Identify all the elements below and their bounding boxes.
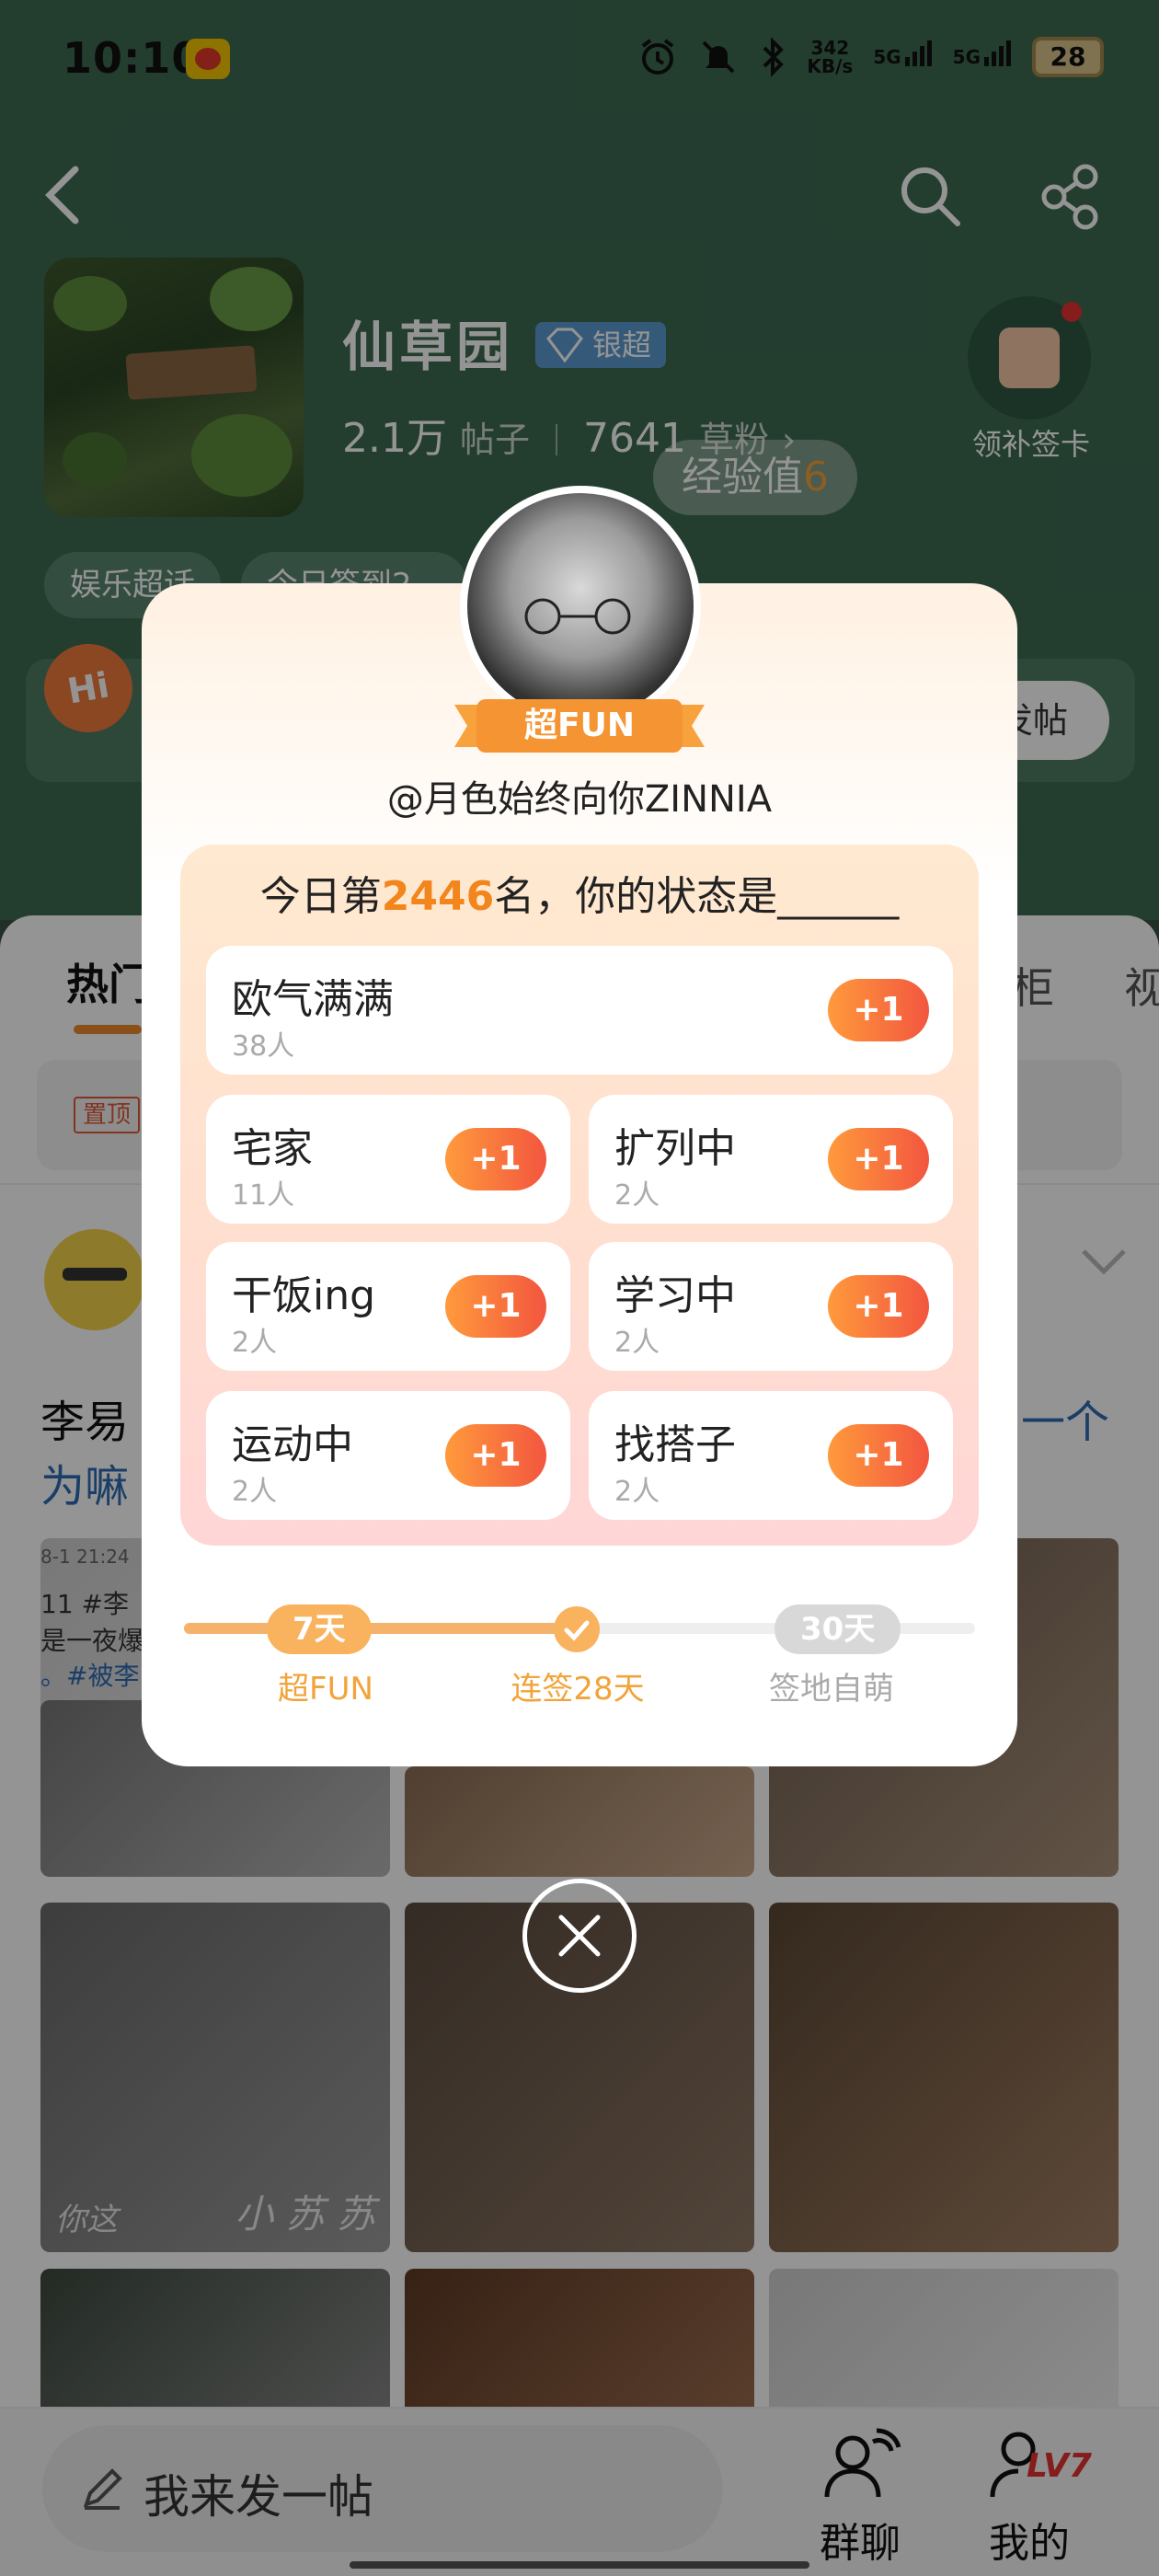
silver-rank-badge[interactable]: 银超 [535, 322, 667, 368]
status-option[interactable]: 宅家 11人 +1 [206, 1095, 570, 1224]
posts-label: 帖子 [459, 420, 530, 460]
photo-2[interactable] [405, 1766, 754, 1877]
bluetooth-icon [763, 37, 785, 77]
close-icon [558, 1915, 601, 1957]
repost-text-1: 11 #李 [40, 1589, 129, 1619]
status-option[interactable]: 扩列中 2人 +1 [589, 1095, 953, 1224]
checkmark-icon [554, 1606, 600, 1652]
status-icons: 342 KB/s 5G 5G 28 [637, 37, 1104, 77]
plus-one-button[interactable]: +1 [445, 1275, 546, 1338]
signal-bars-icon [904, 40, 932, 66]
status-bar: 10:10 342 KB/s 5G 5G 28 [0, 0, 1159, 120]
signal-bars-icon [984, 40, 1011, 66]
tab-video[interactable]: 视 [1124, 955, 1159, 1016]
group-chat-icon [824, 2428, 901, 2498]
streak-progress-fill [184, 1623, 564, 1634]
photo-4[interactable]: 小 苏 苏 你这 [40, 1903, 390, 2252]
search-icon[interactable] [896, 162, 964, 230]
checkin-card-button[interactable] [968, 296, 1091, 420]
calendar-icon [999, 328, 1060, 388]
chevron-down-icon[interactable] [1078, 1242, 1130, 1279]
milestone-label-30: 签地自萌 [769, 1671, 894, 1708]
repost-text-3: 。#被李 [40, 1661, 140, 1691]
compose-input[interactable]: 我来发一帖 [42, 2425, 723, 2552]
photo-6[interactable] [769, 1903, 1119, 2252]
watermark-text: 小 苏 苏 [235, 2191, 375, 2237]
notification-dot [1061, 302, 1082, 322]
tab-me[interactable]: LV7 我的 [979, 2423, 1092, 2569]
alarm-icon [642, 39, 674, 75]
repost-text-2: 是一夜爆 [40, 1626, 144, 1656]
rank-number: 2446 [381, 873, 495, 920]
active-tab-underline [74, 1025, 142, 1034]
mute-icon [702, 40, 735, 74]
status-question: 今日第2446名，你的状态是______ [259, 873, 900, 920]
battery-indicator: 28 [1032, 37, 1104, 77]
status-option[interactable]: 欧气满满 38人 +1 [206, 946, 953, 1075]
status-option[interactable]: 学习中 2人 +1 [589, 1242, 953, 1371]
user-avatar [460, 486, 701, 727]
signal-indicator-2: 5G [953, 40, 1012, 68]
watermark-text-2: 你这 [55, 2202, 118, 2238]
streak-days-label: 连签28天 [511, 1671, 645, 1708]
post-text-line1: 李易 [40, 1397, 130, 1448]
community-title: 仙草园 [342, 316, 514, 378]
level-badge: LV7 [1027, 2447, 1092, 2485]
checkin-card-label: 领补签卡 [971, 427, 1090, 462]
tab-cabinet[interactable]: 柜 [1012, 955, 1054, 1016]
post-text-right: 一个 [1021, 1397, 1110, 1448]
share-icon[interactable] [1038, 162, 1106, 230]
pencil-icon [83, 2468, 122, 2510]
tab-hot[interactable]: 热门 [66, 951, 151, 1012]
username: @月色始终向你ZINNIA [386, 778, 773, 821]
plus-one-button[interactable]: +1 [445, 1128, 546, 1190]
clock: 10:10 [63, 33, 202, 83]
fun-ribbon: 超FUN [454, 696, 705, 756]
status-option[interactable]: 找搭子 2人 +1 [589, 1391, 953, 1520]
avatar[interactable] [44, 1229, 145, 1330]
plus-one-button[interactable]: +1 [828, 1424, 929, 1487]
plus-one-button[interactable]: +1 [828, 1275, 929, 1338]
network-speed: 342 KB/s [807, 37, 854, 77]
experience-toast: 经验值6 [653, 440, 857, 515]
weibo-notification-icon [186, 39, 230, 79]
pinned-badge: 置顶 [74, 1097, 141, 1133]
community-cover-image[interactable] [44, 258, 304, 517]
milestone-7-days: 7天 [267, 1604, 372, 1654]
plus-one-button[interactable]: +1 [828, 979, 929, 1041]
back-arrow-icon[interactable] [40, 164, 85, 226]
diamond-icon [546, 328, 583, 362]
tab-group-chat[interactable]: 群聊 [809, 2423, 911, 2569]
milestone-30-days: 30天 [775, 1604, 901, 1654]
close-button[interactable] [522, 1879, 637, 1993]
milestone-label-fun: 超FUN [278, 1671, 373, 1708]
status-option[interactable]: 干饭ing 2人 +1 [206, 1242, 570, 1371]
home-indicator[interactable] [350, 2561, 809, 2569]
plus-one-button[interactable]: +1 [828, 1128, 929, 1190]
status-option[interactable]: 运动中 2人 +1 [206, 1391, 570, 1520]
app-screen: 10:10 342 KB/s 5G 5G 28 仙草园 银超 2.1万 帖子 76… [0, 0, 1159, 2576]
signal-indicator-1: 5G [873, 40, 932, 68]
post-text-line2[interactable]: 为嘛 [40, 1450, 129, 1514]
posts-count: 2.1万 [342, 415, 447, 462]
avatar-photo [524, 598, 631, 635]
repost-timestamp: 8-1 21:24 [40, 1546, 130, 1568]
plus-one-button[interactable]: +1 [445, 1424, 546, 1487]
